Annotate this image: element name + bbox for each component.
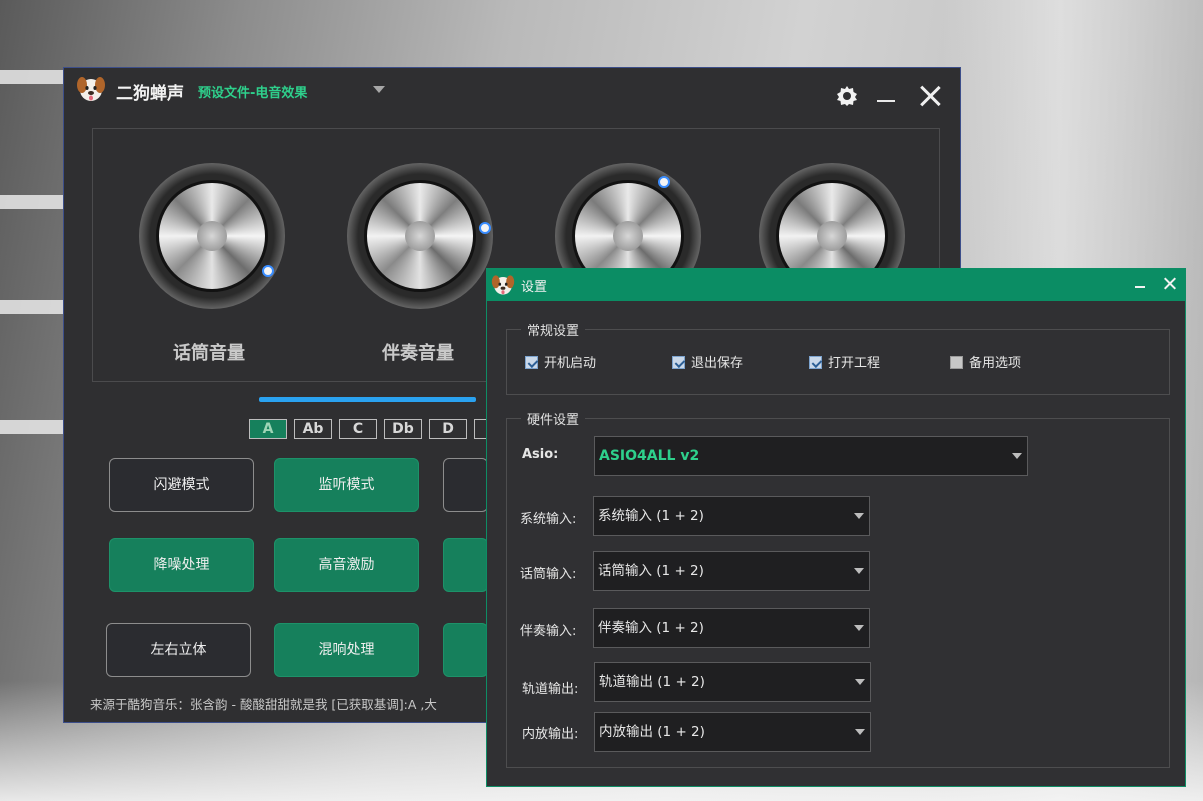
mic-input-select[interactable]: 话筒输入 (1 + 2) xyxy=(593,551,870,591)
key-button-db[interactable]: Db xyxy=(384,419,422,439)
save-on-exit-checkbox[interactable]: 退出保存 xyxy=(672,356,743,372)
general-settings-group: 常规设置 开机启动 退出保存 打开工程 备用选项 xyxy=(506,320,1170,395)
chevron-down-icon xyxy=(855,679,865,685)
dodge-mode-button[interactable]: 闪避模式 xyxy=(109,458,254,512)
dog-logo-icon xyxy=(77,77,105,101)
dialog-close-button[interactable] xyxy=(1163,277,1177,291)
mic-input-label: 话筒输入: xyxy=(520,567,577,582)
checkbox-label: 打开工程 xyxy=(828,356,881,371)
title-bar[interactable]: 二狗蝉声 预设文件-电音效果 xyxy=(64,68,960,114)
system-input-value: 系统输入 (1 + 2) xyxy=(598,508,704,524)
knob-face xyxy=(156,180,268,292)
key-button-a[interactable]: A xyxy=(249,419,287,439)
group-title: 常规设置 xyxy=(521,320,586,339)
app-title: 二狗蝉声 xyxy=(116,84,184,104)
mic-volume-knob[interactable] xyxy=(139,163,285,309)
level-bar-fill xyxy=(259,397,476,402)
settings-dialog: 设置 常规设置 开机启动 退出保存 打开工程 备用选项 硬件设置 Asio: A… xyxy=(486,268,1186,787)
close-button[interactable] xyxy=(919,85,941,107)
background-shelf xyxy=(0,195,70,209)
monitor-mode-button[interactable]: 监听模式 xyxy=(274,458,419,512)
checkbox-icon xyxy=(525,356,538,369)
chevron-down-icon xyxy=(855,729,865,735)
chevron-down-icon xyxy=(1012,453,1022,459)
internal-output-label: 内放输出: xyxy=(522,727,579,742)
dialog-title-bar[interactable]: 设置 xyxy=(487,269,1185,301)
dialog-minimize-button[interactable] xyxy=(1135,286,1145,288)
system-input-label: 系统输入: xyxy=(520,512,577,527)
preset-selector[interactable]: 预设文件-电音效果 xyxy=(198,82,307,101)
background-shelf xyxy=(0,300,70,314)
mode-button-6[interactable] xyxy=(443,538,488,592)
chevron-down-icon xyxy=(854,625,864,631)
knob-label: 话筒音量 xyxy=(173,343,245,364)
accompaniment-input-value: 伴奏输入 (1 + 2) xyxy=(598,620,704,636)
knob-face xyxy=(364,180,476,292)
internal-output-value: 内放输出 (1 + 2) xyxy=(599,724,705,740)
background-shelf xyxy=(0,70,70,84)
track-output-select[interactable]: 轨道输出 (1 + 2) xyxy=(594,662,871,702)
mic-input-value: 话筒输入 (1 + 2) xyxy=(598,563,704,579)
knob-indicator xyxy=(479,222,491,234)
checkbox-icon xyxy=(809,356,822,369)
backup-option-checkbox[interactable]: 备用选项 xyxy=(950,356,1021,372)
mode-button-3[interactable] xyxy=(443,458,488,512)
accompaniment-volume-knob[interactable] xyxy=(347,163,493,309)
key-button-c[interactable]: C xyxy=(339,419,377,439)
accompaniment-input-select[interactable]: 伴奏输入 (1 + 2) xyxy=(593,608,870,648)
chevron-down-icon xyxy=(854,513,864,519)
knob-label: 伴奏音量 xyxy=(382,343,454,364)
autostart-checkbox[interactable]: 开机启动 xyxy=(525,356,596,372)
accompaniment-input-label: 伴奏输入: xyxy=(520,624,577,639)
internal-output-select[interactable]: 内放输出 (1 + 2) xyxy=(594,712,871,752)
mode-button-9[interactable] xyxy=(443,623,488,677)
open-project-checkbox[interactable]: 打开工程 xyxy=(809,356,880,372)
background-shelf xyxy=(0,420,70,434)
knob-indicator xyxy=(658,176,670,188)
key-button-ab[interactable]: Ab xyxy=(294,419,332,439)
asio-value: ASIO4ALL v2 xyxy=(599,448,700,464)
track-output-label: 轨道输出: xyxy=(522,682,579,697)
checkbox-label: 备用选项 xyxy=(969,356,1022,371)
knob-indicator xyxy=(262,265,274,277)
track-output-value: 轨道输出 (1 + 2) xyxy=(599,674,705,690)
chevron-down-icon[interactable] xyxy=(373,86,385,93)
checkbox-icon xyxy=(950,356,963,369)
dialog-title: 设置 xyxy=(521,280,548,295)
minimize-button[interactable] xyxy=(877,100,895,102)
checkbox-icon xyxy=(672,356,685,369)
status-text: 来源于酷狗音乐：张含韵 - 酸酸甜甜就是我 [已获取基调]:A ,大 xyxy=(90,697,437,712)
dog-logo-icon xyxy=(491,275,515,295)
asio-select[interactable]: ASIO4ALL v2 xyxy=(594,436,1028,476)
checkbox-label: 开机启动 xyxy=(544,356,597,371)
group-title: 硬件设置 xyxy=(521,409,586,428)
level-bar xyxy=(259,397,476,402)
reverb-button[interactable]: 混响处理 xyxy=(274,623,419,677)
system-input-select[interactable]: 系统输入 (1 + 2) xyxy=(593,496,870,536)
checkbox-label: 退出保存 xyxy=(691,356,744,371)
chevron-down-icon xyxy=(854,568,864,574)
gear-icon[interactable] xyxy=(835,84,859,108)
asio-label: Asio: xyxy=(522,447,559,462)
treble-exciter-button[interactable]: 高音激励 xyxy=(274,538,419,592)
key-button-d[interactable]: D xyxy=(429,419,467,439)
noise-reduction-button[interactable]: 降噪处理 xyxy=(109,538,254,592)
stereo-button[interactable]: 左右立体 xyxy=(106,623,251,677)
